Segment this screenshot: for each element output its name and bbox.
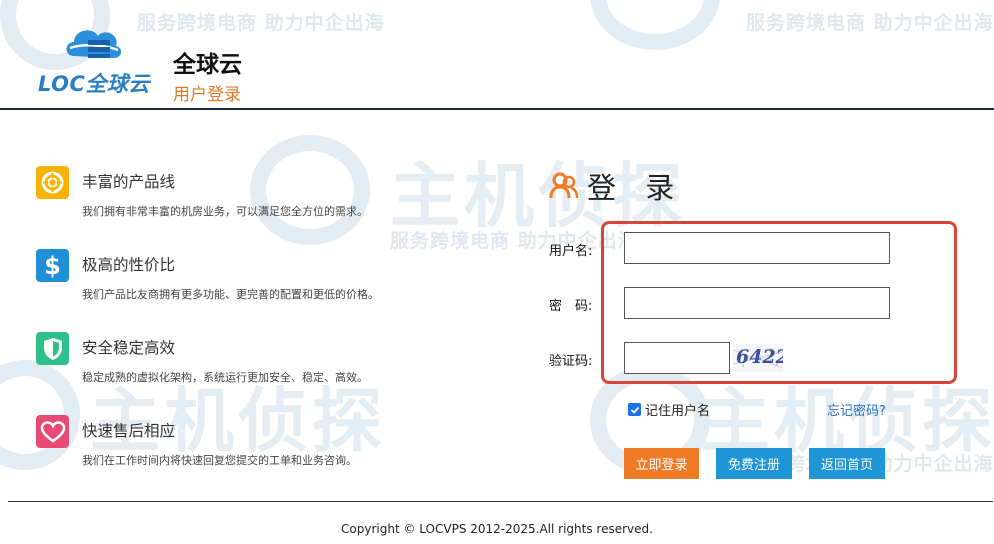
page-header: LOC全球云 全球云 用户登录 xyxy=(0,0,994,110)
remember-username[interactable]: 记住用户名 xyxy=(628,400,710,419)
users-icon xyxy=(549,172,579,199)
logo-text: LOC全球云 xyxy=(38,72,150,96)
feature-item-products: 丰富的产品线 我们拥有非常丰富的机房业务，可以满足您全方位的需求。 xyxy=(36,166,496,226)
lifebuoy-icon xyxy=(36,166,69,199)
page-subtitle: 用户登录 xyxy=(173,85,241,105)
login-heading: 登 录 xyxy=(549,165,684,207)
remember-checkbox[interactable] xyxy=(628,403,641,416)
login-button[interactable]: 立即登录 xyxy=(624,448,699,479)
captcha-input[interactable] xyxy=(624,342,730,374)
captcha-label: 验证码: xyxy=(549,354,593,369)
back-home-button[interactable]: 返回首页 xyxy=(809,448,885,479)
remember-label: 记住用户名 xyxy=(645,404,711,419)
feature-title: 极高的性价比 xyxy=(82,256,176,274)
feature-title: 快速售后相应 xyxy=(82,422,176,440)
username-label: 用户名: xyxy=(549,244,593,259)
footer-divider xyxy=(8,501,993,502)
feature-desc: 我们拥有非常丰富的机房业务，可以满足您全方位的需求。 xyxy=(82,205,368,218)
password-input[interactable] xyxy=(624,287,890,319)
feature-desc: 稳定成熟的虚拟化架构，系统运行更加安全、稳定、高效。 xyxy=(82,371,368,384)
feature-desc: 我们产品比友商拥有更多功能、更完善的配置和更低的价格。 xyxy=(82,288,379,301)
feature-title: 丰富的产品线 xyxy=(82,173,176,191)
captcha-image[interactable]: 6422 xyxy=(733,344,783,372)
feature-desc: 我们在工作时间内将快速回复您提交的工单和业务咨询。 xyxy=(82,454,357,467)
brand-logo[interactable]: LOC全球云 xyxy=(38,22,153,96)
shield-icon xyxy=(36,332,69,365)
site-title: 全球云 xyxy=(173,52,242,78)
heart-icon xyxy=(36,415,69,448)
feature-item-value: $ 极高的性价比 我们产品比友商拥有更多功能、更完善的配置和更低的价格。 xyxy=(36,249,496,309)
captcha-text: 6422 xyxy=(736,346,783,368)
cloud-logo-icon xyxy=(66,30,122,58)
forgot-password-link[interactable]: 忘记密码? xyxy=(827,400,886,419)
dollar-icon: $ xyxy=(36,249,69,282)
password-label: 密 码: xyxy=(549,299,593,314)
feature-item-support: 快速售后相应 我们在工作时间内将快速回复您提交的工单和业务咨询。 xyxy=(36,415,496,475)
feature-title: 安全稳定高效 xyxy=(82,339,176,357)
feature-item-security: 安全稳定高效 稳定成熟的虚拟化架构，系统运行更加安全、稳定、高效。 xyxy=(36,332,496,392)
check-icon xyxy=(630,406,639,414)
footer-copyright: Copyright © LOCVPS 2012-2025.All rights … xyxy=(341,522,653,536)
username-input[interactable] xyxy=(624,232,890,264)
register-button[interactable]: 免费注册 xyxy=(716,448,792,479)
login-title: 登 录 xyxy=(587,171,685,205)
